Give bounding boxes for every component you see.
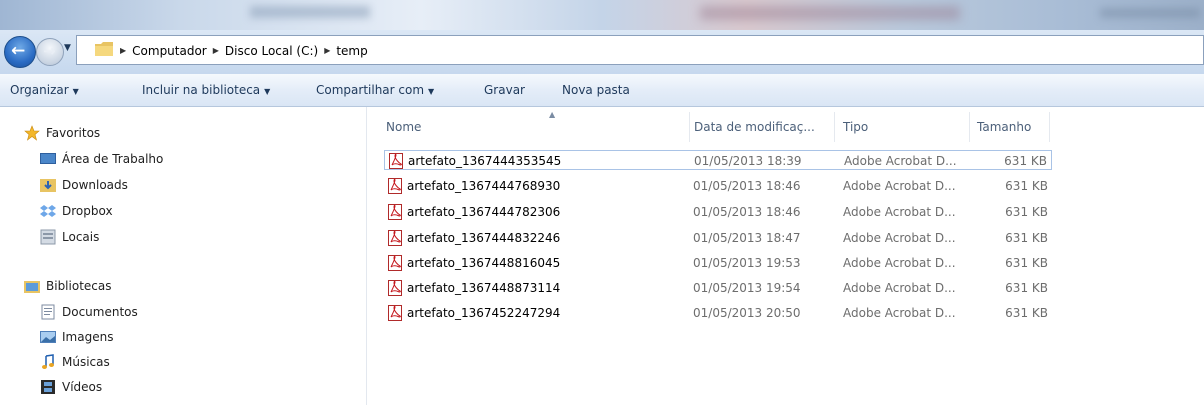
file-row[interactable]: artefato_1367444832246 01/05/2013 18:47 Ad… (384, 228, 1052, 248)
nav-videos[interactable]: Vídeos (40, 379, 102, 395)
breadcrumb-temp[interactable]: temp (336, 44, 367, 58)
new-folder-button[interactable]: Nova pasta (562, 83, 630, 97)
file-row[interactable]: artefato_1367444768930 01/05/2013 18:46 Ad… (384, 176, 1052, 196)
file-size: 631 KB (1005, 306, 1048, 320)
file-row[interactable]: artefato_1367444782306 01/05/2013 18:46 Ad… (384, 202, 1052, 222)
file-size: 631 KB (1005, 231, 1048, 245)
file-type: Adobe Acrobat D... (843, 256, 956, 270)
file-type: Adobe Acrobat D... (843, 231, 956, 245)
pdf-file-icon (388, 178, 402, 194)
window-title-bar (0, 0, 1204, 30)
file-row[interactable]: artefato_1367448873114 01/05/2013 19:54 Ad… (384, 278, 1052, 298)
file-type: Adobe Acrobat D... (843, 205, 956, 219)
file-date: 01/05/2013 18:46 (693, 179, 801, 193)
column-header-type[interactable]: Tipo (843, 120, 868, 134)
recent-places-icon (40, 229, 56, 245)
file-type: Adobe Acrobat D... (844, 154, 957, 168)
breadcrumb: ▶ Computador ▶ Disco Local (C:) ▶ temp (120, 44, 368, 58)
file-date: 01/05/2013 19:54 (693, 281, 801, 295)
include-library-button[interactable]: Incluir na biblioteca ▼ (142, 83, 270, 97)
file-type: Adobe Acrobat D... (843, 179, 956, 193)
file-size: 631 KB (1005, 179, 1048, 193)
forward-arrow-icon: → (43, 42, 56, 60)
back-arrow-icon: ← (11, 41, 26, 61)
column-header-size[interactable]: Tamanho (977, 120, 1031, 134)
back-button[interactable]: ← (4, 36, 36, 68)
pdf-file-icon (388, 204, 402, 220)
breadcrumb-arrow-icon[interactable]: ▶ (213, 44, 219, 58)
desktop-icon (40, 151, 56, 167)
documents-icon (40, 304, 56, 320)
libraries-icon (24, 278, 40, 294)
downloads-folder-icon (40, 177, 56, 193)
chevron-down-icon: ▼ (72, 87, 79, 96)
column-header-date[interactable]: Data de modificaç... (694, 120, 815, 134)
file-size: 631 KB (1005, 281, 1048, 295)
nav-locais[interactable]: Locais (40, 229, 99, 245)
file-row[interactable]: artefato_1367444353545 01/05/2013 18:39 Ad… (384, 150, 1052, 170)
address-bar-area: ← → ▼ ▶ Computador ▶ Disco Local (C:) ▶ … (0, 30, 1204, 74)
file-row[interactable]: artefato_1367452247294 01/05/2013 20:50 Ad… (384, 303, 1052, 323)
dropbox-icon (40, 203, 56, 219)
file-list: Nome ▲ Data de modificaç... Tipo Tamanho… (367, 107, 1204, 405)
pdf-file-icon (389, 153, 403, 169)
nav-desktop[interactable]: Área de Trabalho (40, 151, 163, 167)
nav-images[interactable]: Imagens (40, 329, 113, 345)
nav-documents[interactable]: Documentos (40, 304, 138, 320)
burn-button[interactable]: Gravar (484, 83, 525, 97)
breadcrumb-local-disk[interactable]: Disco Local (C:) (225, 44, 318, 58)
file-name: artefato_1367444768930 (407, 179, 561, 193)
nav-music[interactable]: Músicas (40, 354, 110, 370)
file-date: 01/05/2013 18:39 (694, 154, 802, 168)
nav-favorites[interactable]: Favoritos (24, 125, 100, 141)
pdf-file-icon (388, 255, 402, 271)
images-icon (40, 329, 56, 345)
file-name: artefato_1367444782306 (407, 205, 561, 219)
file-name: artefato_1367448873114 (407, 281, 561, 295)
file-size: 631 KB (1005, 205, 1048, 219)
nav-downloads[interactable]: Downloads (40, 177, 128, 193)
music-note-icon (40, 354, 56, 370)
pdf-file-icon (388, 230, 402, 246)
chevron-down-icon: ▼ (264, 87, 271, 96)
file-name: artefato_1367452247294 (407, 306, 561, 320)
share-with-button[interactable]: Compartilhar com ▼ (316, 83, 434, 97)
forward-button[interactable]: → (36, 38, 64, 66)
command-bar: Organizar ▼ Incluir na biblioteca ▼ Compar… (0, 74, 1204, 107)
file-type: Adobe Acrobat D... (843, 306, 956, 320)
chevron-down-icon: ▼ (428, 87, 435, 96)
video-film-icon (40, 379, 56, 395)
file-size: 631 KB (1005, 256, 1048, 270)
pdf-file-icon (388, 305, 402, 321)
file-date: 01/05/2013 18:46 (693, 205, 801, 219)
file-date: 01/05/2013 20:50 (693, 306, 801, 320)
star-icon (24, 125, 40, 141)
recent-pages-dropdown-icon[interactable]: ▼ (64, 43, 71, 53)
file-type: Adobe Acrobat D... (843, 281, 956, 295)
navigation-pane: Favoritos Área de Trabalho Downloads Dro… (0, 107, 367, 405)
pdf-file-icon (388, 280, 402, 296)
file-date: 01/05/2013 18:47 (693, 231, 801, 245)
organize-button[interactable]: Organizar ▼ (10, 83, 79, 97)
file-row[interactable]: artefato_1367448816045 01/05/2013 19:53 Ad… (384, 253, 1052, 273)
folder-icon (95, 42, 113, 56)
column-header-name[interactable]: Nome (386, 120, 421, 134)
file-size: 631 KB (1004, 154, 1047, 168)
breadcrumb-arrow-icon[interactable]: ▶ (324, 44, 330, 58)
file-name: artefato_1367448816045 (407, 256, 561, 270)
sort-ascending-icon: ▲ (549, 110, 556, 119)
breadcrumb-computer[interactable]: Computador (132, 44, 207, 58)
nav-libraries[interactable]: Bibliotecas (24, 278, 111, 294)
nav-dropbox[interactable]: Dropbox (40, 203, 113, 219)
breadcrumb-arrow-icon[interactable]: ▶ (120, 44, 126, 58)
file-name: artefato_1367444353545 (408, 154, 562, 168)
file-date: 01/05/2013 19:53 (693, 256, 801, 270)
file-name: artefato_1367444832246 (407, 231, 561, 245)
